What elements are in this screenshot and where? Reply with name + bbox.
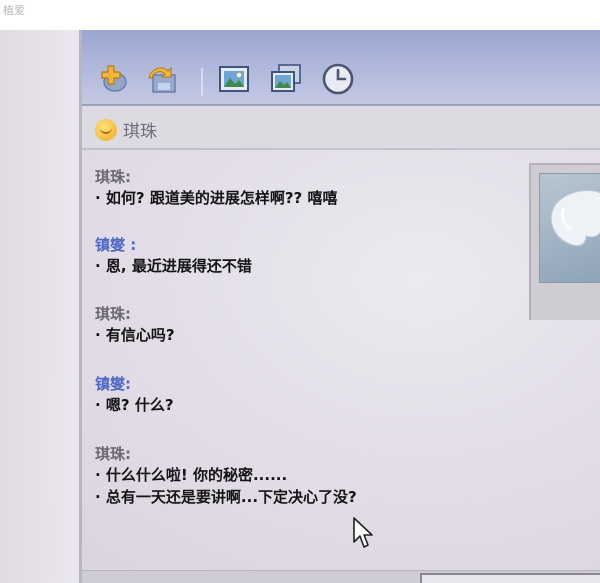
message-line: · 如何? 跟道美的进展怎样啊?? 嘻嘻 xyxy=(95,189,338,207)
sender-name: 镇燮: xyxy=(95,375,131,393)
messenger-screen: 琪珠 琪珠: · 如何? 跟道美的进展怎样啊?? 嘻嘻 镇燮 : · 恩, 最近… xyxy=(0,30,600,583)
chat-header: 琪珠 xyxy=(82,106,600,150)
message-line: · 嗯? 什么? xyxy=(95,396,174,414)
sender-name: 镇燮 : xyxy=(95,236,137,254)
left-background xyxy=(0,30,79,583)
avatar xyxy=(539,173,600,283)
sender-name: 琪珠: xyxy=(95,168,131,186)
top-bar: 植爱 xyxy=(0,0,600,30)
toolbar-separator xyxy=(201,68,203,96)
message-5: 琪珠: · 什么什么啦! 你的秘密...... · 总有一天还是要讲啊...下定… xyxy=(95,444,357,508)
message-2: 镇燮 : · 恩, 最近进展得还不错 xyxy=(95,235,252,277)
message-input-box[interactable] xyxy=(420,573,600,583)
sender-name: 琪珠: xyxy=(95,445,131,463)
message-3: 琪珠: · 有信心吗? xyxy=(95,304,175,346)
chat-area: 琪珠: · 如何? 跟道美的进展怎样啊?? 嘻嘻 镇燮 : · 恩, 最近进展得… xyxy=(82,150,522,583)
picture-icon[interactable] xyxy=(217,62,251,96)
send-file-icon[interactable] xyxy=(146,62,180,96)
avatar-panel xyxy=(529,163,600,320)
message-line: · 恩, 最近进展得还不错 xyxy=(95,257,252,275)
message-line: · 总有一天还是要讲啊...下定决心了没? xyxy=(95,488,357,506)
add-contact-icon[interactable] xyxy=(94,62,128,96)
gallery-icon[interactable] xyxy=(269,62,303,96)
contact-name: 琪珠 xyxy=(123,122,157,142)
history-clock-icon[interactable] xyxy=(321,62,355,96)
message-line: · 什么什么啦! 你的秘密...... xyxy=(95,466,288,484)
message-line: · 有信心吗? xyxy=(95,326,175,344)
sender-name: 琪珠: xyxy=(95,305,131,323)
top-title: 植爱 xyxy=(3,4,25,17)
mouse-cursor-icon xyxy=(352,516,376,550)
contact-status-icon xyxy=(95,119,117,141)
message-1: 琪珠: · 如何? 跟道美的进展怎样啊?? 嘻嘻 xyxy=(95,167,337,209)
message-4: 镇燮: · 嗯? 什么? xyxy=(95,374,174,416)
toolbar xyxy=(82,30,600,106)
